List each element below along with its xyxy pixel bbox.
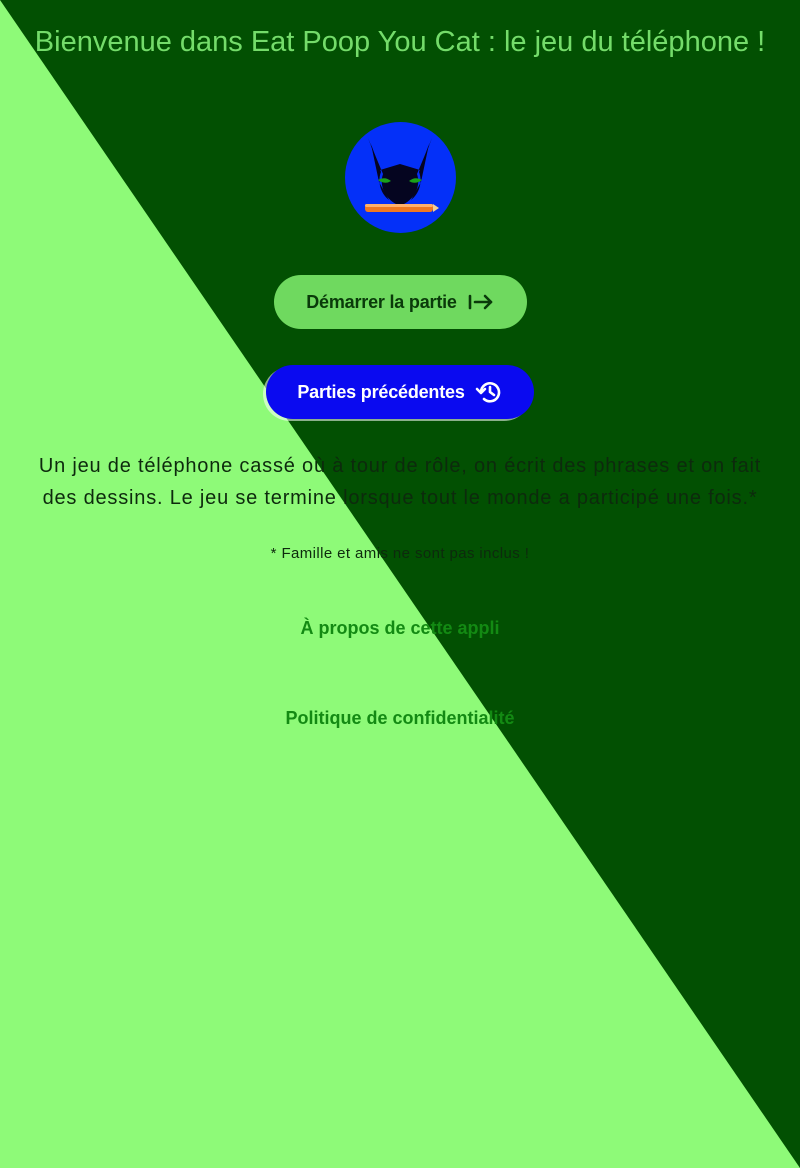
about-app-link[interactable]: À propos de cette appli bbox=[0, 618, 800, 639]
cat-with-pencil-icon bbox=[345, 122, 456, 233]
description-line-2: des dessins. Le jeu se termine lorsque t… bbox=[42, 487, 758, 509]
home-screen: Bienvenue dans Eat Poop You Cat : le jeu… bbox=[0, 0, 800, 1168]
privacy-policy-link[interactable]: Politique de confidentialité bbox=[0, 708, 800, 729]
arrow-right-to-bar-icon bbox=[468, 294, 493, 310]
footnote: * Famille et amis ne sont pas inclus ! bbox=[270, 545, 530, 562]
welcome-title: Bienvenue dans Eat Poop You Cat : le jeu… bbox=[34, 26, 766, 58]
history-icon bbox=[475, 382, 500, 403]
start-game-button[interactable]: Démarrer la partie bbox=[274, 275, 527, 329]
description-line-1: Un jeu de téléphone cassé où à tour de r… bbox=[38, 455, 762, 477]
game-description: Un jeu de téléphone cassé où à tour de r… bbox=[20, 450, 780, 514]
previous-games-button[interactable]: Parties précédentes bbox=[266, 365, 534, 419]
previous-games-label: Parties précédentes bbox=[297, 381, 465, 402]
start-game-label: Démarrer la partie bbox=[306, 291, 457, 312]
